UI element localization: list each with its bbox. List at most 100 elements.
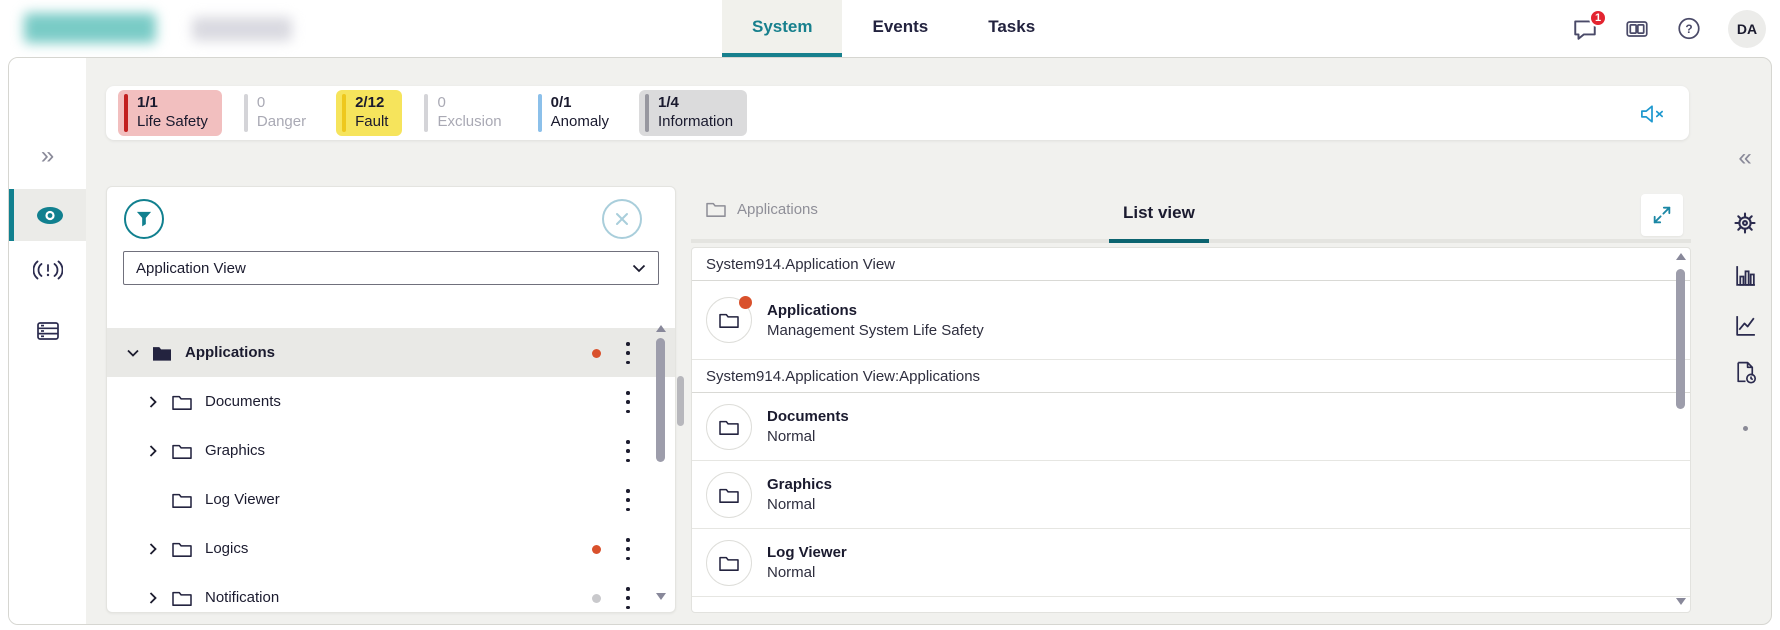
breadcrumb[interactable]: Applications [705,200,818,218]
svg-text:?: ? [1685,22,1692,36]
list-group-header-label: System914.Application View:Applications [706,368,980,385]
scroll-up-arrow[interactable] [656,325,666,332]
event-category-label: Information [658,113,733,132]
more-options-button[interactable] [621,587,635,609]
event-chip-exclusion[interactable]: 0 Exclusion [418,90,515,136]
folder-icon [171,393,193,411]
gear-icon [1732,210,1758,236]
tab-list-view[interactable]: List view [1109,186,1209,243]
more-options-button[interactable] [621,489,635,511]
expand-rail-button[interactable]: » [9,134,86,178]
list-scrollbar[interactable] [1675,251,1687,607]
bar-chart-icon [1733,263,1758,288]
event-chip-danger[interactable]: 0 Danger [238,90,320,136]
tree-expander[interactable] [145,592,161,604]
rail-item-settings[interactable] [1719,201,1771,245]
tree-node-documents[interactable]: Documents [107,377,675,426]
collapse-rail-button[interactable]: « [1719,136,1771,180]
tree-node-log-viewer[interactable]: Log Viewer [107,475,675,524]
folder-icon [718,554,740,572]
more-options-button[interactable] [621,391,635,413]
tree-expander[interactable] [145,396,161,408]
tree-expander[interactable] [145,543,161,555]
chevron-right-icon [149,396,157,408]
tree-node-applications[interactable]: Applications [107,328,675,377]
tab-events[interactable]: Events [842,0,958,57]
detail-panel-header: Applications List view [691,186,1691,243]
item-avatar [706,297,752,343]
tab-tasks[interactable]: Tasks [958,0,1065,57]
chevron-down-icon [127,349,139,357]
more-options-button[interactable] [621,538,635,560]
list-group-header: System914.Application View:Applications [692,360,1690,393]
tree-node-label: Graphics [205,442,265,459]
view-selector-dropdown[interactable]: Application View [123,251,659,285]
event-category-label: Anomaly [551,113,609,132]
event-summary-bar: 1/1 Life Safety 0 Danger 2/12 Fault 0 Ex… [106,86,1689,140]
event-indicator-dot [592,349,601,358]
list-item-log-viewer[interactable]: Log Viewer Normal [692,529,1690,597]
event-count: 0/1 [551,94,609,113]
category-color-bar [424,94,428,132]
list-group-header-label: System914.Application View [706,256,895,273]
tree-node-label: Log Viewer [205,491,280,508]
split-view-button[interactable] [1624,16,1650,42]
scroll-down-arrow[interactable] [656,593,666,600]
tab-system[interactable]: System [722,0,842,57]
item-status: Normal [767,496,832,513]
expand-panel-button[interactable] [1641,194,1683,236]
left-icon-rail: » [9,58,86,624]
panel-splitter-handle[interactable] [677,376,684,426]
chevrons-right-icon: » [41,144,54,168]
event-chip-life-safety[interactable]: 1/1 Life Safety [118,90,222,136]
tab-label: Events [872,17,928,37]
item-title: Log Viewer [767,544,847,561]
list-item-applications[interactable]: Applications Management System Life Safe… [692,281,1690,360]
filter-funnel-icon [134,209,154,229]
tree-node-graphics[interactable]: Graphics [107,426,675,475]
list-item-documents[interactable]: Documents Normal [692,393,1690,461]
rail-item-reports[interactable] [1719,253,1771,297]
item-title: Graphics [767,476,832,493]
rail-item-alarms[interactable] [9,248,86,292]
event-chip-anomaly[interactable]: 0/1 Anomaly [532,90,623,136]
tree-node-label: Notification [205,589,279,606]
tab-list-view-label: List view [1123,203,1195,223]
scroll-down-arrow[interactable] [1676,598,1686,605]
more-options-button[interactable] [621,342,635,364]
scroll-up-arrow[interactable] [1676,253,1686,260]
folder-icon [171,491,193,509]
tree-expander[interactable] [125,349,141,357]
scrollbar-thumb[interactable] [656,338,665,462]
main-frame: » [8,57,1772,625]
category-color-bar [244,94,248,132]
rail-item-monitoring[interactable] [9,189,86,241]
rail-item-devices[interactable] [9,309,86,353]
event-chip-information[interactable]: 1/4 Information [639,90,747,136]
folder-filled-icon [151,344,173,362]
list-item-graphics[interactable]: Graphics Normal [692,461,1690,529]
notifications-button[interactable]: 1 [1572,16,1598,42]
tree-node-notification[interactable]: Notification [107,573,675,612]
item-avatar [706,472,752,518]
tree-scrollbar[interactable] [655,322,667,610]
filter-button[interactable] [124,199,164,239]
clear-filter-button[interactable] [602,199,642,239]
item-status: Normal [767,564,847,581]
notification-badge: 1 [1589,9,1607,27]
more-options-button[interactable] [621,440,635,462]
content-area: 1/1 Life Safety 0 Danger 2/12 Fault 0 Ex… [86,58,1719,624]
scrollbar-thumb[interactable] [1676,269,1685,409]
event-count: 0 [437,94,501,113]
tree-expander[interactable] [145,445,161,457]
chevron-down-icon [632,264,646,273]
user-avatar[interactable]: DA [1728,10,1766,48]
help-button[interactable]: ? [1676,16,1702,42]
rail-item-trends[interactable] [1719,303,1771,347]
event-chip-fault[interactable]: 2/12 Fault [336,90,402,136]
tree-node-label: Documents [205,393,281,410]
tree-node-logics[interactable]: Logics [107,524,675,573]
mute-button[interactable] [1639,101,1665,127]
rail-item-scheduled-reports[interactable] [1719,350,1771,394]
tab-label: Tasks [988,17,1035,37]
